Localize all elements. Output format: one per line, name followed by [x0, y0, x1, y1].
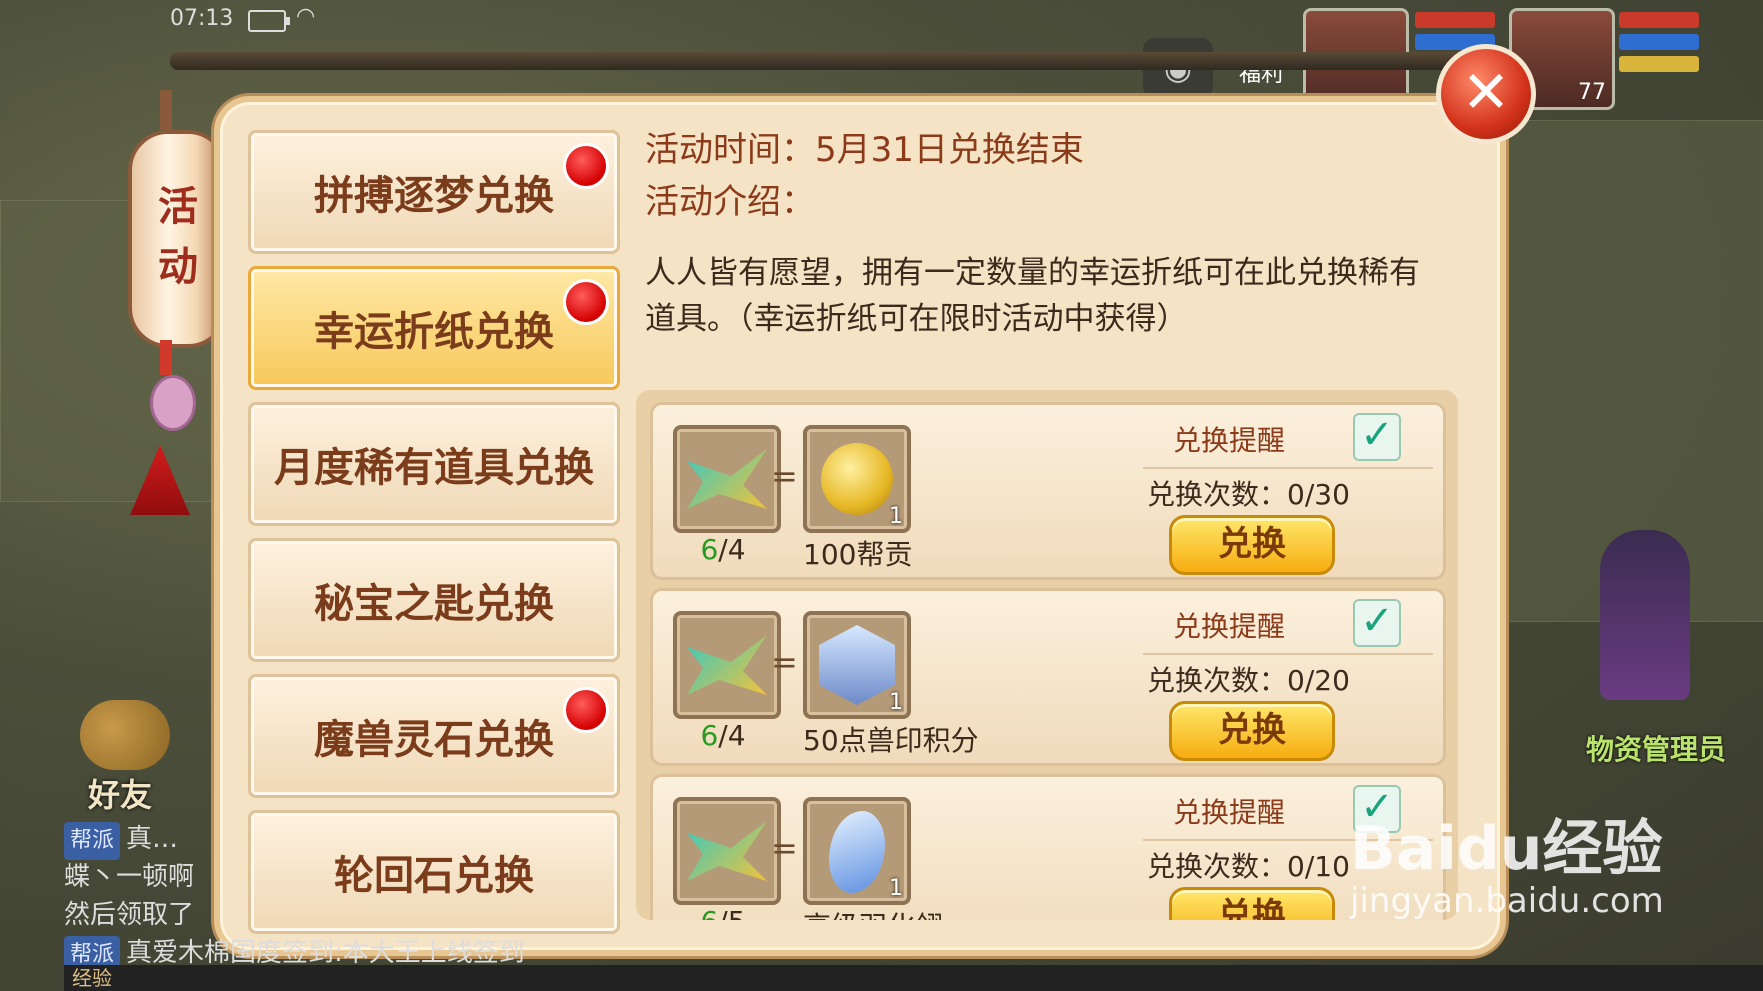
- exchange-count: 兑换次数：0/10: [1147, 850, 1350, 883]
- menu-item-label: 秘宝之匙兑换: [314, 581, 554, 627]
- equals-sign: =: [771, 829, 798, 867]
- exchange-button[interactable]: 兑换: [1169, 701, 1335, 761]
- menu-item-label: 幸运折纸兑换: [314, 309, 554, 355]
- notification-dot-icon: [563, 143, 609, 189]
- lantern-body: 活 动: [128, 130, 228, 348]
- chat-feed[interactable]: 帮派 真… 蝶丶一顿啊 然后领取了 帮派 真爱木棉国度签到:本大王上线签到: [64, 820, 684, 974]
- npc-character[interactable]: [1600, 530, 1690, 700]
- cost-item-slot[interactable]: [673, 425, 781, 533]
- remind-checkbox[interactable]: ✓: [1353, 413, 1401, 461]
- remind-label: 兑换提醒: [1173, 796, 1286, 829]
- channel-tag: 帮派: [64, 822, 121, 860]
- cost-progress: 6/4: [700, 533, 746, 566]
- close-button[interactable]: ✕: [1436, 44, 1536, 144]
- notification-dot-icon: [563, 279, 609, 325]
- feather-wing-icon: [829, 811, 885, 893]
- cost-item-slot[interactable]: [673, 797, 781, 905]
- menu-item-treasure-key[interactable]: 秘宝之匙兑换: [248, 538, 620, 662]
- exchange-count: 兑换次数：0/30: [1147, 478, 1350, 511]
- reward-item-slot[interactable]: 1: [803, 425, 911, 533]
- menu-item-label: 拼搏逐梦兑换: [314, 173, 554, 219]
- paw-crystal-icon: [819, 625, 895, 705]
- activity-lantern: 活 动: [120, 30, 228, 530]
- cost-progress: 6/4: [700, 719, 746, 752]
- exchange-row: = 1 6/4 100帮贡 兑换提醒 ✓ 兑换次数：0/30 兑换: [650, 402, 1446, 580]
- welfare-penguin-icon[interactable]: 福利: [1233, 10, 1289, 90]
- experience-bar: 经验: [64, 965, 1763, 991]
- red-tassel-icon: [130, 445, 190, 515]
- watermark-url: jingyan.baidu.com: [1350, 881, 1664, 921]
- wifi-icon: ◠: [296, 4, 316, 29]
- friends-button[interactable]: 好友: [70, 700, 180, 814]
- paper-crane-icon: [687, 449, 767, 509]
- remind-label: 兑换提醒: [1173, 424, 1286, 457]
- menu-item-lucky-paper[interactable]: 幸运折纸兑换: [248, 266, 620, 390]
- activity-intro-label: 活动介绍：: [645, 182, 815, 222]
- close-icon: ✕: [1461, 58, 1511, 126]
- activity-description: 人人皆有愿望，拥有一定数量的幸运折纸可在此兑换稀有道具。（幸运折纸可在限时活动中…: [645, 255, 1420, 337]
- remind-checkbox[interactable]: ✓: [1353, 599, 1401, 647]
- friends-icon: [80, 700, 170, 770]
- cost-progress: 6/5: [673, 905, 773, 920]
- lantern-char-2: 动: [158, 243, 198, 290]
- equals-sign: =: [771, 643, 798, 681]
- menu-item-monthly-rare[interactable]: 月度稀有道具兑换: [248, 402, 620, 526]
- player-status-bars: [1619, 12, 1699, 78]
- menu-item-label: 月度稀有道具兑换: [274, 445, 594, 491]
- baidu-watermark: Baidu经验 jingyan.baidu.com: [1350, 800, 1664, 921]
- reward-qty: 1: [889, 876, 903, 901]
- lantern-char-1: 活: [158, 183, 198, 230]
- npc-name: 物资管理员: [1586, 733, 1727, 766]
- reward-item-slot[interactable]: 1: [803, 797, 911, 905]
- menu-item-pinbo[interactable]: 拼搏逐梦兑换: [248, 130, 620, 254]
- exchange-count: 兑换次数：0/20: [1147, 664, 1350, 697]
- panel-top-rod: [170, 52, 1510, 70]
- reward-item-slot[interactable]: 1: [803, 611, 911, 719]
- exchange-list[interactable]: = 1 6/4 100帮贡 兑换提醒 ✓ 兑换次数：0/30 兑换 = 1 6/…: [636, 390, 1458, 920]
- paper-crane-icon: [687, 635, 767, 695]
- exp-label: 经验: [72, 966, 112, 990]
- chat-line: 蝶丶一顿啊: [64, 862, 195, 892]
- cost-item-slot[interactable]: [673, 611, 781, 719]
- chat-line: 帮派 真…: [64, 820, 684, 860]
- notification-dot-icon: [563, 687, 609, 733]
- battery-icon: [248, 10, 290, 32]
- reward-qty: 1: [889, 504, 903, 529]
- exchange-row: = 1 6/5 高级羽化翎 兑换提醒 ✓ 兑换次数：0/10 兑换: [650, 774, 1446, 920]
- menu-item-label: 魔兽灵石兑换: [314, 717, 554, 763]
- friends-label: 好友: [88, 776, 153, 814]
- watermark-brand: Baidu经验: [1350, 814, 1663, 884]
- reward-name: 100帮贡: [803, 538, 913, 571]
- jade-charm-icon: [150, 375, 196, 431]
- reward-name: 高级羽化翎: [803, 905, 943, 920]
- remind-label: 兑换提醒: [1173, 610, 1286, 643]
- equals-sign: =: [771, 457, 798, 495]
- reward-qty: 1: [889, 690, 903, 715]
- exchange-button[interactable]: 兑换: [1169, 515, 1335, 575]
- exchange-row: = 1 6/4 50点兽印积分 兑换提醒 ✓ 兑换次数：0/20 兑换: [650, 588, 1446, 766]
- gold-coin-icon: [821, 443, 893, 515]
- activity-time: 活动时间：5月31日兑换结束: [645, 130, 1084, 170]
- paper-crane-icon: [687, 821, 767, 881]
- menu-item-beast-stone[interactable]: 魔兽灵石兑换: [248, 674, 620, 798]
- reward-name: 50点兽印积分: [803, 724, 979, 757]
- chat-line: 然后领取了: [64, 900, 195, 930]
- exchange-button[interactable]: 兑换: [1169, 887, 1335, 920]
- player-level: 77: [1578, 80, 1606, 105]
- clock-text: 07:13: [170, 6, 234, 31]
